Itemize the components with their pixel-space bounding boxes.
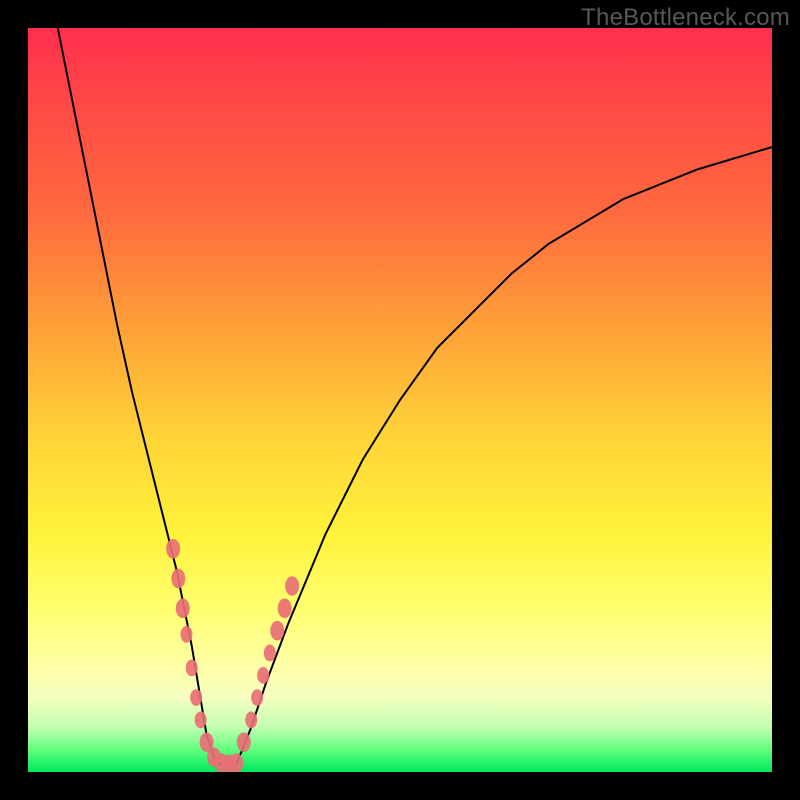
data-marker bbox=[278, 599, 292, 619]
bottleneck-curve bbox=[58, 28, 772, 765]
marker-cluster bbox=[166, 539, 299, 772]
data-marker bbox=[171, 569, 185, 589]
data-marker bbox=[257, 667, 269, 684]
bottleneck-chart-svg bbox=[28, 28, 772, 772]
data-marker bbox=[245, 712, 257, 729]
chart-frame: TheBottleneck.com bbox=[0, 0, 800, 800]
data-marker bbox=[176, 599, 190, 619]
data-marker bbox=[251, 689, 263, 706]
data-marker bbox=[186, 659, 198, 676]
data-marker bbox=[190, 689, 202, 706]
data-marker bbox=[264, 645, 276, 662]
data-marker bbox=[270, 621, 284, 641]
data-marker bbox=[229, 753, 243, 772]
data-marker bbox=[166, 539, 180, 559]
data-marker bbox=[237, 732, 251, 752]
plot-area bbox=[28, 28, 772, 772]
data-marker bbox=[195, 712, 207, 729]
data-marker bbox=[285, 576, 299, 596]
watermark-text: TheBottleneck.com bbox=[581, 4, 790, 32]
data-marker bbox=[180, 626, 192, 643]
